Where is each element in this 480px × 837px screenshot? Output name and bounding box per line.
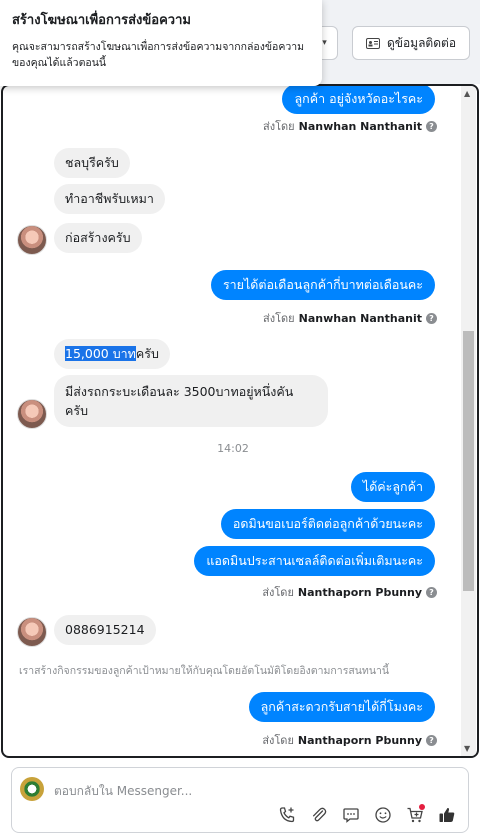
customer-avatar[interactable]	[17, 225, 47, 255]
message-text: ครับ	[135, 346, 159, 361]
chevron-down-icon: ▾	[322, 38, 327, 48]
tooltip-body: คุณจะสามารถสร้างโฆษณาเพื่อการส่งข้อความจ…	[12, 41, 305, 69]
notification-dot	[419, 804, 425, 810]
help-icon[interactable]: ?	[426, 586, 437, 598]
reply-composer[interactable]: ตอบกลับใน Messenger...	[11, 767, 469, 833]
incoming-message: ก่อสร้างครับ	[54, 223, 142, 253]
outgoing-message: อดมินขอเบอร์ติดต่อลูกค้าด้วยนะคะ	[220, 509, 435, 539]
paperclip-icon[interactable]	[308, 804, 330, 826]
tooltip-title: สร้างโฆษณาเพื่อการส่งข้อความ	[12, 13, 191, 28]
scroll-thumb[interactable]	[463, 331, 474, 591]
sent-by-prefix: ส่งโดย	[262, 734, 294, 747]
timestamp: 14:02	[217, 442, 249, 455]
reply-input[interactable]: ตอบกลับใน Messenger...	[54, 782, 192, 801]
chat-scrollbar[interactable]: ▲ ▼	[461, 86, 476, 756]
contact-card-icon	[365, 37, 380, 49]
outgoing-message: ได้ค่ะลูกค้า	[350, 472, 435, 502]
sent-by-prefix: ส่งโดย	[262, 586, 294, 599]
incoming-message: 0886915214	[54, 615, 156, 645]
chat-panel: ลูกค้า อยู่จังหวัดอะไรคะ ส่งโดย Nanwhan …	[1, 84, 479, 758]
ad-tooltip: สร้างโฆษณาเพื่อการส่งข้อความ คุณจะสามารถ…	[0, 0, 322, 86]
highlighted-text: 15,000 บาท	[65, 346, 136, 361]
help-icon[interactable]: ?	[426, 734, 437, 746]
scroll-up-icon[interactable]: ▲	[464, 89, 470, 98]
sender-name: Nanwhan Nanthanit	[298, 119, 422, 133]
system-note: เราสร้างกิจกรรมของลูกค้าเป้าหมายให้กับคุ…	[19, 665, 390, 677]
incoming-message: 15,000 บาทครับ	[54, 339, 170, 369]
incoming-message: ทำอาชีพรับเหมา	[54, 184, 165, 214]
page-avatar	[20, 777, 44, 801]
incoming-message: ชลบุรีครับ	[54, 148, 130, 178]
emoji-icon[interactable]	[372, 804, 394, 826]
help-icon[interactable]: ?	[426, 120, 437, 132]
sender-name: Nanthaporn Pbunny	[297, 585, 422, 599]
outgoing-message: ลูกค้า อยู่จังหวัดอะไรคะ	[282, 86, 435, 114]
customer-avatar[interactable]	[17, 617, 47, 647]
chat-icon[interactable]	[340, 804, 362, 826]
sender-name: Nanthaporn Pbunny	[297, 733, 422, 747]
sent-by: ส่งโดย Nanwhan Nanthanit ?	[263, 309, 437, 327]
cart-icon[interactable]	[404, 804, 426, 826]
customer-avatar[interactable]	[17, 399, 47, 429]
outgoing-message: รายได้ต่อเดือนลูกค้ากี่บาทต่อเดือนคะ	[210, 270, 435, 300]
outgoing-message: ลูกค้าสะดวกรับสายได้กี่โมงคะ	[248, 692, 435, 722]
sent-by: ส่งโดย Nanwhan Nanthanit ?	[263, 117, 437, 135]
sender-name: Nanwhan Nanthanit	[298, 311, 422, 325]
view-contact-button[interactable]: ดูข้อมูลติดต่อ	[352, 26, 470, 60]
incoming-message: มีส่งรถกระบะเดือนละ 3500บาทอยู่หนึ่งคัน …	[54, 375, 328, 427]
view-contact-label: ดูข้อมูลติดต่อ	[386, 35, 457, 50]
sent-by-prefix: ส่งโดย	[263, 312, 295, 325]
sent-by: ส่งโดย Nanthaporn Pbunny ?	[262, 583, 437, 601]
help-icon[interactable]: ?	[426, 312, 437, 324]
outgoing-message: แอดมินประสานเซลล์ติดต่อเพิ่มเติมนะคะ	[194, 546, 435, 576]
sent-by: ส่งโดย Nanthaporn Pbunny ?	[262, 731, 437, 749]
sent-by-prefix: ส่งโดย	[263, 120, 295, 133]
scroll-down-icon[interactable]: ▼	[464, 744, 470, 753]
thumbs-up-icon[interactable]	[436, 804, 458, 826]
phone-add-icon[interactable]	[276, 804, 298, 826]
composer-toolbar	[276, 804, 458, 826]
